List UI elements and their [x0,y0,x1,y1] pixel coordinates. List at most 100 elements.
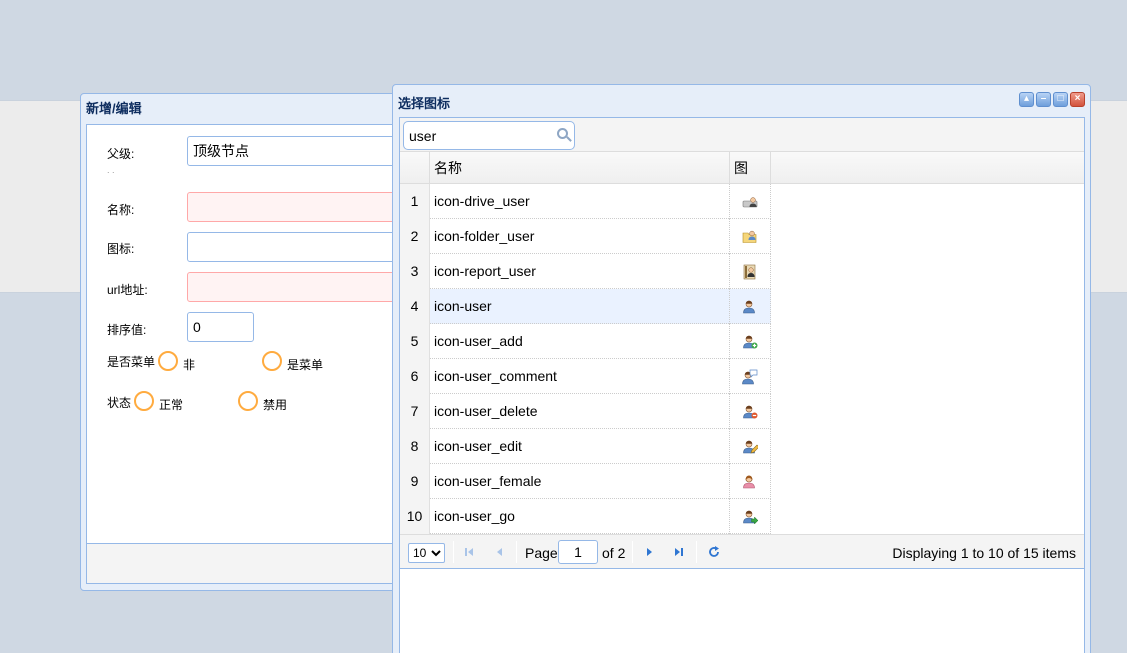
next-page-icon[interactable] [643,545,657,559]
parent-label: 父级: [107,147,135,161]
icon-name-cell[interactable]: icon-user_go [430,499,730,534]
icon-preview-cell[interactable] [730,289,771,324]
minimize-icon[interactable]: – [1036,92,1051,107]
prev-page-icon[interactable] [492,545,506,559]
refresh-icon[interactable] [707,545,721,559]
parent-hint: . . [107,165,115,175]
icon-preview-cell[interactable] [730,254,771,289]
row-number: 8 [400,429,430,464]
icon-name-cell[interactable]: icon-user_edit [430,429,730,464]
pager-separator [632,541,633,563]
last-page-icon[interactable] [672,545,686,559]
icon-grid: 名称 图 1icon-drive_user2icon-folder_user3i… [399,117,1085,653]
sort-field[interactable]: 0 [187,312,254,342]
icon-name-cell[interactable]: icon-user_delete [430,394,730,429]
table-row[interactable]: 10 icon-user_go [400,499,771,534]
edit-window: 新增/编辑 父级: 顶级节点 . . 名称: 图标: url地址: 排序值: 0… [80,93,400,591]
row-number: 6 [400,359,430,394]
table-row[interactable]: 5 icon-user_add [400,324,771,359]
close-icon[interactable]: × [1070,92,1085,107]
user-add-icon [743,335,758,348]
user-icon [743,300,755,313]
edit-footer [86,544,399,584]
header-rownum [400,152,430,184]
icon-select-window: 选择图标 ▴ – □ × 名称 图 1icon-drive_user2icon-… [392,84,1091,653]
icon-name-cell[interactable]: icon-user [430,289,730,324]
header-icon[interactable]: 图 [730,152,771,184]
search-box[interactable] [403,121,575,150]
display-info: Displaying 1 to 10 of 15 items [892,545,1076,561]
user-comment-icon [742,369,758,384]
icon-window-title: 选择图标 [398,96,451,111]
header-name[interactable]: 名称 [430,152,730,184]
table-row[interactable]: 6 icon-user_comment [400,359,771,394]
icon-preview-cell[interactable] [730,219,771,254]
icon-name-cell[interactable]: icon-user_add [430,324,730,359]
page-number-input[interactable]: 1 [558,540,598,564]
grid-body: 1 icon-drive_user 2 icon-folder_user 3 icon-r… [400,184,1084,534]
pager-separator [696,541,697,563]
table-row[interactable]: 1 icon-drive_user [400,184,771,219]
menu-label: 是否菜单 [107,355,156,369]
row-number: 4 [400,289,430,324]
folder-user-icon [742,230,757,243]
table-row[interactable]: 2 icon-folder_user [400,219,771,254]
icon-label: 图标: [107,242,135,256]
row-number: 5 [400,324,430,359]
name-field[interactable] [187,192,399,222]
page-size-select[interactable]: 10 [408,543,445,563]
icon-field[interactable] [187,232,399,262]
table-row[interactable]: 8 icon-user_edit [400,429,771,464]
status-option-disabled-label: 禁用 [263,398,288,412]
window-tools: ▴ – □ × [1019,92,1085,107]
report-user-icon [743,264,756,279]
icon-name-cell[interactable]: icon-drive_user [430,184,730,219]
icon-name-cell[interactable]: icon-user_comment [430,359,730,394]
url-field[interactable] [187,272,399,302]
table-row[interactable]: 7 icon-user_delete [400,394,771,429]
user-go-icon [743,510,758,525]
icon-preview-cell[interactable] [730,464,771,499]
table-row[interactable]: 4 icon-user [400,289,771,324]
pagination: 10 Page 1 of 2 Displaying 1 to 10 of 15 … [400,534,1084,569]
url-label: url地址: [107,283,148,297]
row-number: 3 [400,254,430,289]
menu-radio-yes[interactable] [262,351,282,371]
menu-radio-no[interactable] [158,351,178,371]
page-count: of 2 [602,545,626,561]
icon-preview-cell[interactable] [730,359,771,394]
pager-separator [453,541,454,563]
sort-label: 排序值: [107,323,147,337]
pager-separator [516,541,517,563]
row-number: 7 [400,394,430,429]
table-row[interactable]: 9 icon-user_female [400,464,771,499]
user-female-icon [743,475,755,488]
menu-option-yes-label: 是菜单 [287,358,324,372]
name-label: 名称: [107,203,135,217]
icon-name-cell[interactable]: icon-user_female [430,464,730,499]
icon-preview-cell[interactable] [730,429,771,464]
icon-name-cell[interactable]: icon-report_user [430,254,730,289]
row-number: 10 [400,499,430,534]
icon-name-cell[interactable]: icon-folder_user [430,219,730,254]
collapse-icon[interactable]: ▴ [1019,92,1034,107]
icon-preview-cell[interactable] [730,184,771,219]
status-label: 状态 [107,396,132,410]
status-radio-disabled[interactable] [238,391,258,411]
search-input[interactable] [404,122,544,149]
drive-user-icon [742,196,758,207]
page-label: Page [525,545,558,561]
edit-form: 父级: 顶级节点 . . 名称: 图标: url地址: 排序值: 0 是否菜单 … [86,124,399,544]
parent-select[interactable]: 顶级节点 [187,136,399,166]
maximize-icon[interactable]: □ [1053,92,1068,107]
menu-option-no-label: 非 [183,358,196,372]
icon-preview-cell[interactable] [730,499,771,534]
icon-preview-cell[interactable] [730,394,771,429]
icon-preview-cell[interactable] [730,324,771,359]
first-page-icon[interactable] [462,545,476,559]
status-radio-normal[interactable] [134,391,154,411]
table-row[interactable]: 3 icon-report_user [400,254,771,289]
grid-header: 名称 图 [400,152,1084,184]
search-icon[interactable] [557,128,568,139]
user-delete-icon [743,405,758,418]
